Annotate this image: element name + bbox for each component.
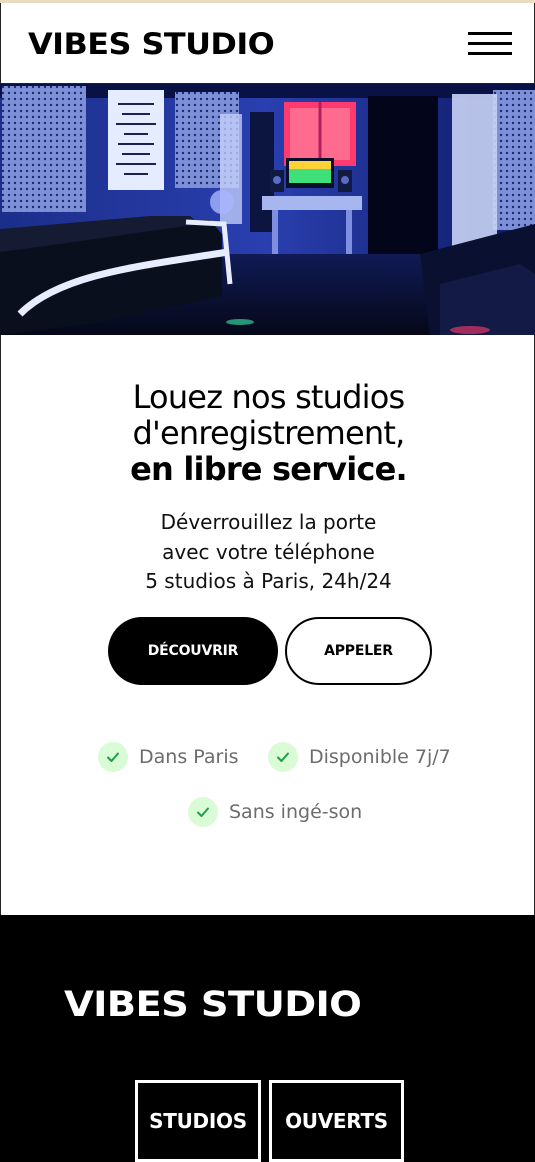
feature-label: Dans Paris <box>139 746 239 768</box>
headline-line-3-bold: en libre service. <box>130 450 407 488</box>
discover-button[interactable]: DÉCOUVRIR <box>108 617 278 685</box>
studios-tag[interactable]: STUDIOS <box>135 1080 261 1162</box>
hero-studio-photo <box>0 84 535 335</box>
feature-sans-inge-son: Sans ingé-son <box>188 797 362 827</box>
menu-line <box>468 42 512 45</box>
call-button[interactable]: APPELER <box>285 617 432 685</box>
hamburger-menu-icon[interactable] <box>465 29 515 59</box>
feature-disponible: Disponible 7j/7 <box>268 742 451 772</box>
page-headline: Louez nos studios d'enregistrement, en l… <box>1 379 535 487</box>
menu-line <box>468 52 512 55</box>
subheadline-line-2: avec votre téléphone <box>162 539 375 564</box>
subheadline-line-3: 5 studios à Paris, 24h/24 <box>145 569 392 593</box>
menu-line <box>468 32 512 35</box>
check-icon <box>188 797 218 827</box>
headline-line-2: d'enregistrement, <box>132 414 405 452</box>
feature-dans-paris: Dans Paris <box>98 742 239 772</box>
check-icon <box>268 742 298 772</box>
studio-photo-illustration <box>0 84 535 335</box>
feature-label: Sans ingé-son <box>229 801 363 823</box>
headline-line-1: Louez nos studios <box>132 378 406 416</box>
site-footer: VIBES STUDIO STUDIOS OUVERTS <box>0 915 535 1162</box>
ouverts-tag[interactable]: OUVERTS <box>269 1080 404 1162</box>
site-header: VIBES STUDIO <box>0 3 535 84</box>
feature-label: Disponible 7j/7 <box>309 746 451 768</box>
check-icon <box>98 742 128 772</box>
subheadline: Déverrouillez la porte avec votre téléph… <box>1 508 535 597</box>
footer-brand: VIBES STUDIO <box>64 985 362 1025</box>
main-content: Louez nos studios d'enregistrement, en l… <box>0 335 535 915</box>
subheadline-line-1: Déverrouillez la porte <box>160 510 377 534</box>
brand-logo[interactable]: VIBES STUDIO <box>28 27 275 61</box>
